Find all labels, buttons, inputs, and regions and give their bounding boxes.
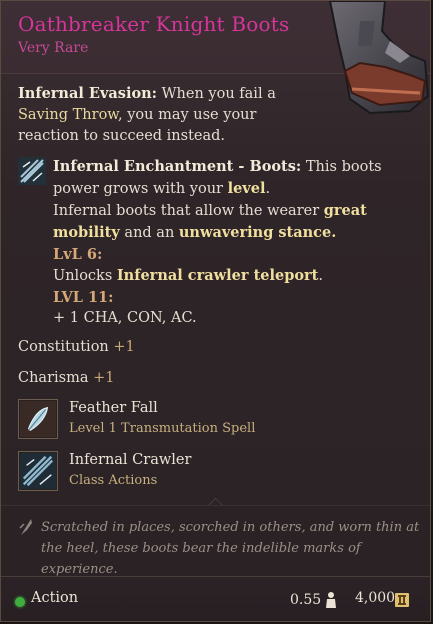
quill-icon	[19, 519, 32, 535]
item-title: Oathbreaker Knight Boots	[18, 12, 290, 36]
infernal-evasion-text: Infernal Evasion: When you fail a Saving…	[18, 85, 276, 144]
infernal-crawler-icon	[18, 451, 58, 491]
weight-icon	[326, 592, 336, 608]
price-value: 4,000	[355, 590, 396, 606]
lore-text: Scratched in places, scorched in others,…	[41, 520, 420, 577]
infernal-enchantment-icon	[18, 157, 46, 185]
saving-throw-link[interactable]: Saving Throw	[18, 107, 118, 123]
item-rarity: Very Rare	[18, 40, 89, 56]
lvl11-label: LVL 11:	[53, 289, 114, 306]
lore-section: Scratched in places, scorched in others,…	[1, 505, 430, 578]
infernal-enchantment-text: Infernal Enchantment - Boots: This boots…	[53, 156, 423, 329]
weight-value: 0.55	[290, 592, 322, 608]
boots-image-icon	[328, 1, 430, 115]
tooltip-footer: Action 0.55 4,000	[1, 576, 430, 621]
action-dot-icon	[15, 597, 25, 607]
stat-charisma: Charisma +1	[18, 370, 115, 386]
spell-infernal-crawler[interactable]: Infernal Crawler Class Actions	[18, 451, 418, 491]
lvl11-text: + 1 CHA, CON, AC.	[53, 310, 197, 326]
item-tooltip: Oathbreaker Knight Boots Very Rare Infer…	[0, 0, 431, 622]
stat-constitution: Constitution +1	[18, 339, 135, 355]
feather-fall-icon	[18, 399, 58, 439]
action-label: Action	[31, 590, 79, 606]
lvl6-label: LvL 6:	[53, 246, 103, 263]
spell-feather-fall[interactable]: Feather Fall Level 1 Transmutation Spell	[18, 399, 418, 439]
gold-coin-icon	[395, 593, 409, 607]
